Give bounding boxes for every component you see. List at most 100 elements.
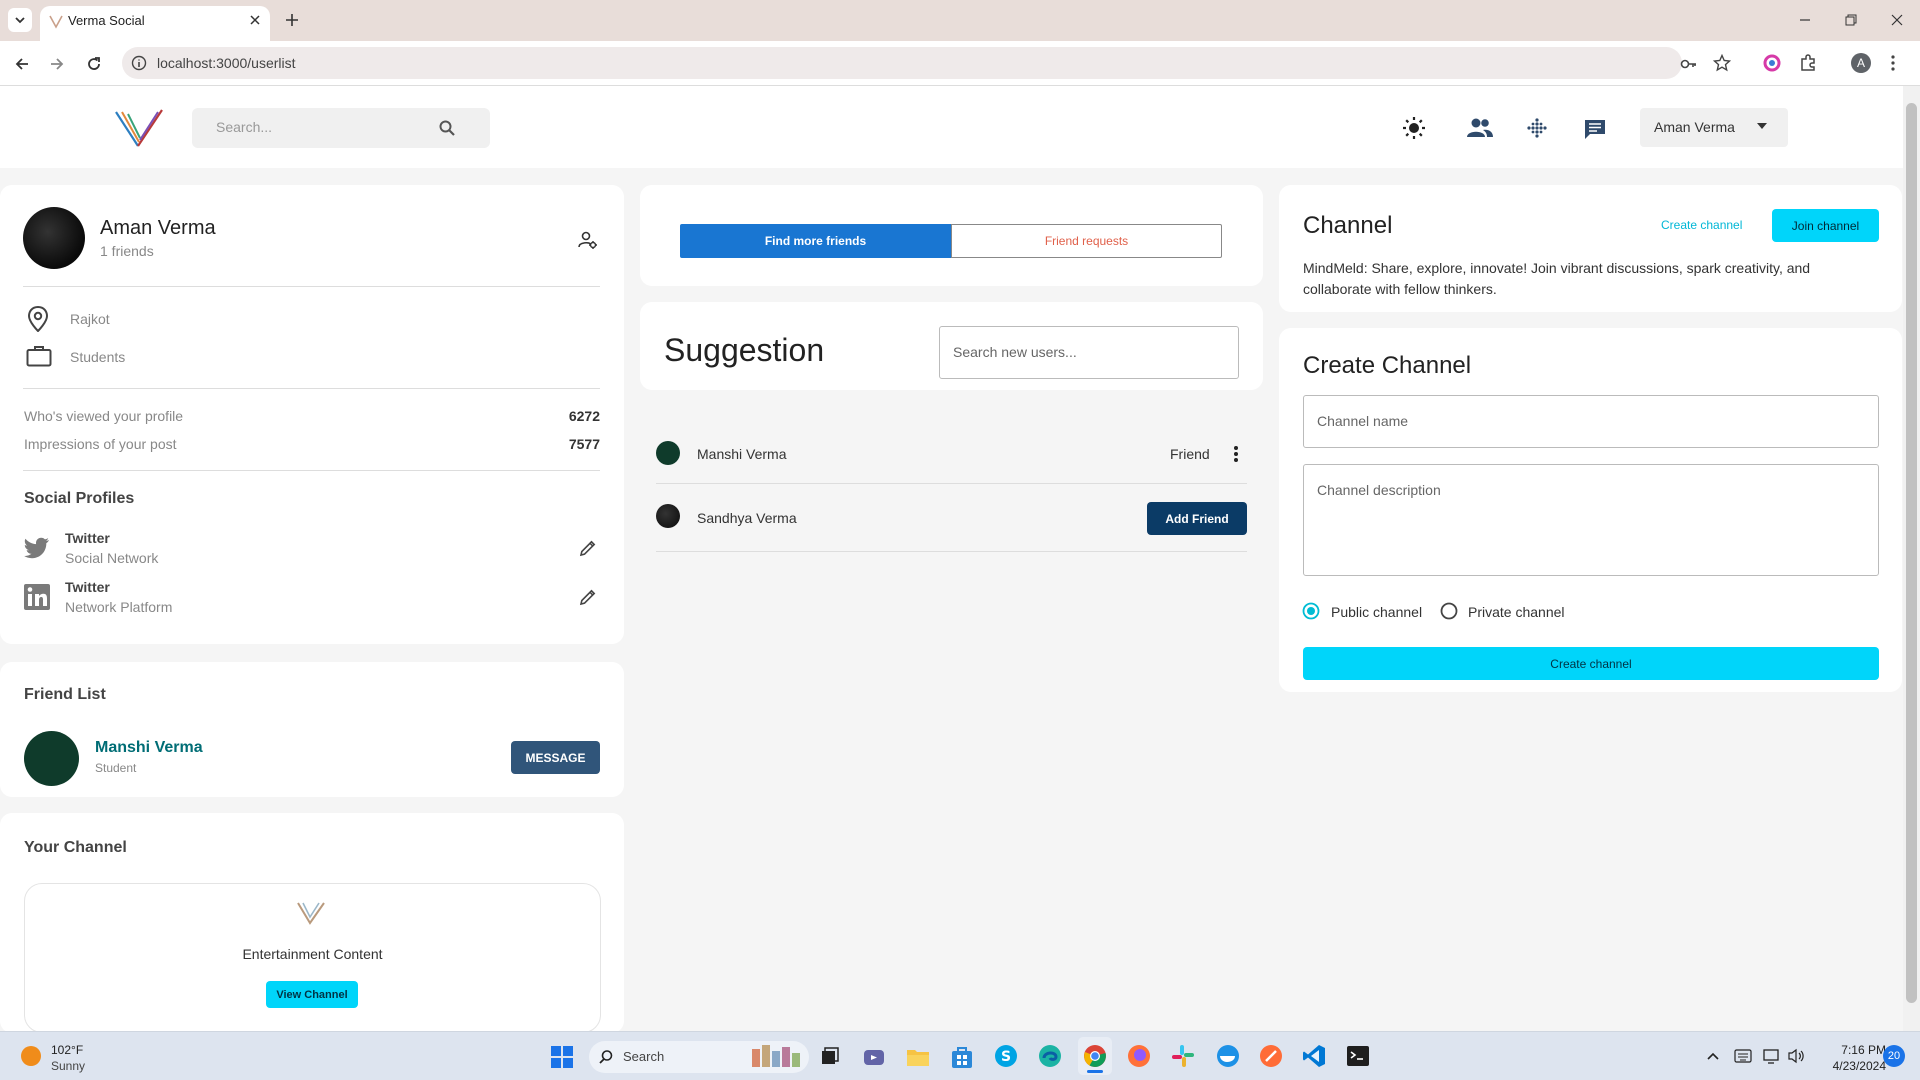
channel-description-placeholder: Channel description xyxy=(1317,482,1441,498)
social-name-1[interactable]: Twitter xyxy=(65,530,110,546)
stat-value-impressions: 7577 xyxy=(568,436,600,452)
user-avatar[interactable] xyxy=(656,441,680,465)
more-vert-icon[interactable] xyxy=(1233,445,1239,463)
profile-divider-2 xyxy=(23,388,600,389)
stat-label-impressions: Impressions of your post xyxy=(24,436,177,452)
tab-close-icon[interactable] xyxy=(248,13,262,27)
browser-menu-icon[interactable] xyxy=(1890,54,1896,72)
microsoft-store-icon[interactable] xyxy=(951,1045,973,1069)
reload-icon[interactable] xyxy=(85,55,103,73)
file-explorer-icon[interactable] xyxy=(906,1046,930,1068)
search-icon[interactable] xyxy=(438,119,456,137)
network-icon[interactable] xyxy=(1763,1048,1781,1064)
app-logo[interactable] xyxy=(114,108,164,148)
edge-browser-icon[interactable] xyxy=(1038,1044,1062,1068)
edit-pencil-icon[interactable] xyxy=(579,588,597,606)
stat-value-profile-views: 6272 xyxy=(568,408,600,424)
clock-time[interactable]: 7:16 PM xyxy=(1812,1043,1886,1057)
social-profiles-title: Social Profiles xyxy=(24,490,135,507)
linkedin-icon[interactable] xyxy=(24,584,50,610)
people-icon[interactable] xyxy=(1467,117,1493,139)
profile-friends-count: 1 friends xyxy=(100,243,154,259)
terminal-icon[interactable] xyxy=(1346,1045,1370,1067)
profile-initial: A xyxy=(1856,56,1865,70)
grid-dots-icon[interactable] xyxy=(1527,118,1547,138)
weather-temperature[interactable]: 102°F xyxy=(51,1043,83,1057)
volume-icon[interactable] xyxy=(1787,1048,1805,1064)
theme-toggle-sun-icon[interactable] xyxy=(1402,116,1426,140)
docker-icon[interactable] xyxy=(1215,1044,1241,1068)
tray-chevron-up-icon[interactable] xyxy=(1706,1049,1720,1063)
add-friend-button[interactable]: Add Friend xyxy=(1147,502,1247,535)
close-window-icon[interactable] xyxy=(1889,12,1905,28)
message-button[interactable]: MESSAGE xyxy=(511,741,600,774)
vscode-icon[interactable] xyxy=(1302,1044,1326,1068)
private-channel-radio[interactable] xyxy=(1440,602,1458,620)
view-channel-button[interactable]: View Channel xyxy=(266,981,358,1008)
user-name[interactable]: Manshi Verma xyxy=(697,446,786,462)
friend-name[interactable]: Manshi Verma xyxy=(95,739,203,757)
user-friend-status: Friend xyxy=(1170,446,1210,462)
tab-friend-requests[interactable]: Friend requests xyxy=(951,224,1222,258)
tab-search-button[interactable] xyxy=(8,8,32,32)
color-extension-icon[interactable] xyxy=(1763,54,1781,72)
extensions-puzzle-icon[interactable] xyxy=(1799,54,1817,72)
channel-title: Channel xyxy=(1303,212,1393,239)
caret-down-icon xyxy=(1757,123,1767,129)
user-name[interactable]: Sandhya Verma xyxy=(697,510,797,526)
url-text[interactable]: localhost:3000/userlist xyxy=(157,55,296,71)
briefcase-icon xyxy=(26,345,52,367)
stat-label-profile-views: Who's viewed your profile xyxy=(24,408,184,424)
tab-find-more-friends[interactable]: Find more friends xyxy=(680,224,951,258)
bookmark-star-icon[interactable] xyxy=(1713,54,1731,72)
back-icon[interactable] xyxy=(13,55,31,73)
skype-icon[interactable]: S xyxy=(994,1044,1018,1068)
user-avatar[interactable] xyxy=(656,504,680,528)
address-bar[interactable] xyxy=(122,47,1682,79)
postman-icon[interactable] xyxy=(1259,1044,1283,1068)
weather-sun-icon[interactable] xyxy=(20,1045,42,1067)
password-key-icon[interactable] xyxy=(1680,55,1698,73)
public-channel-radio[interactable] xyxy=(1302,602,1320,620)
slack-icon[interactable] xyxy=(1171,1044,1195,1068)
create-channel-link[interactable]: Create channel xyxy=(1661,218,1742,232)
chat-message-icon[interactable] xyxy=(1584,118,1606,140)
tab-favicon-icon xyxy=(48,13,64,29)
search-input[interactable]: Search... xyxy=(216,119,272,135)
notification-badge[interactable]: 20 xyxy=(1883,1045,1905,1067)
join-channel-button[interactable]: Join channel xyxy=(1772,209,1879,242)
forward-icon[interactable] xyxy=(48,55,66,73)
minimize-icon[interactable] xyxy=(1797,12,1813,28)
keyboard-icon[interactable] xyxy=(1734,1049,1752,1063)
social-type-2: Network Platform xyxy=(65,599,173,615)
create-channel-submit-button[interactable]: Create channel xyxy=(1303,647,1879,680)
chrome-active-indicator xyxy=(1087,1070,1103,1073)
teams-meet-icon[interactable] xyxy=(862,1045,886,1069)
windows-start-icon[interactable] xyxy=(551,1046,573,1068)
edit-pencil-icon[interactable] xyxy=(579,539,597,557)
task-view-icon[interactable] xyxy=(820,1047,840,1067)
friend-role: Student xyxy=(95,761,137,775)
restore-icon[interactable] xyxy=(1843,12,1859,28)
twitter-icon[interactable] xyxy=(24,537,50,559)
site-info-icon[interactable] xyxy=(131,55,147,71)
new-tab-icon[interactable] xyxy=(284,12,300,28)
clock-date[interactable]: 4/23/2024 xyxy=(1812,1059,1886,1073)
profile-avatar[interactable]: A xyxy=(1851,53,1871,73)
profile-avatar-image[interactable] xyxy=(23,207,85,269)
scrollbar-thumb[interactable] xyxy=(1906,103,1917,1003)
public-channel-label[interactable]: Public channel xyxy=(1331,604,1422,620)
profile-occupation: Students xyxy=(70,349,126,365)
profile-name[interactable]: Aman Verma xyxy=(100,217,216,240)
firefox-icon[interactable] xyxy=(1127,1044,1151,1068)
channel-description-input[interactable] xyxy=(1303,464,1879,576)
manage-account-icon[interactable] xyxy=(578,230,598,250)
channel-logo-icon xyxy=(296,901,326,925)
suggestion-title: Suggestion xyxy=(664,332,825,368)
private-channel-label[interactable]: Private channel xyxy=(1468,604,1565,620)
friend-list-title: Friend List xyxy=(24,686,106,703)
friend-avatar[interactable] xyxy=(24,731,79,786)
channel-name-placeholder: Channel name xyxy=(1317,413,1409,429)
social-name-2[interactable]: Twitter xyxy=(65,579,110,595)
chrome-browser-icon[interactable] xyxy=(1083,1044,1107,1068)
